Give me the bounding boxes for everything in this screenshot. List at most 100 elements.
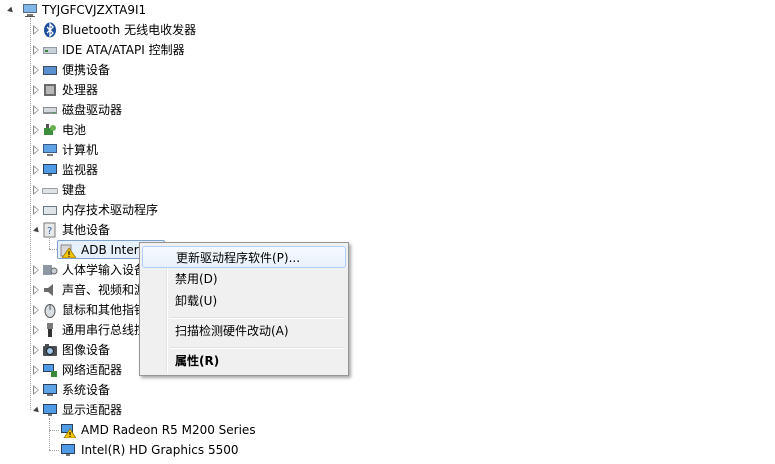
menu-item-label: 卸载(U)	[175, 294, 218, 308]
category-label: 监视器	[62, 163, 99, 177]
menu-item-uninstall[interactable]: 卸载(U)	[142, 290, 346, 312]
tree-category-computer[interactable]: 计算机	[0, 140, 220, 160]
category-label: 便携设备	[62, 63, 111, 77]
menu-item-label: 更新驱动程序软件(P)...	[176, 251, 301, 265]
menu-item-disable[interactable]: 禁用(D)	[142, 268, 346, 290]
mouse-icon	[42, 302, 58, 318]
menu-item-scan-hardware[interactable]: 扫描检测硬件改动(A)	[142, 320, 346, 342]
collapse-arrow-icon[interactable]	[33, 145, 39, 155]
tree-category-imaging[interactable]: 图像设备	[0, 340, 140, 360]
tree-category-ide[interactable]: IDE ATA/ATAPI 控制器	[0, 40, 220, 60]
expand-arrow-icon[interactable]	[7, 6, 15, 15]
memory-technology-icon	[42, 202, 58, 218]
svg-text:?: ?	[47, 226, 52, 237]
category-label: 声音、视频和游	[62, 283, 147, 297]
camera-icon	[42, 342, 58, 358]
tree-category-processor[interactable]: 处理器	[0, 80, 220, 100]
display-adapter-icon	[42, 402, 58, 418]
menu-item-properties[interactable]: 属性(R)	[142, 350, 346, 372]
collapse-arrow-icon[interactable]	[33, 265, 39, 275]
category-label: 通用串行总线控	[62, 323, 147, 337]
category-label: 显示适配器	[62, 403, 123, 417]
usb-icon	[42, 322, 58, 338]
collapse-arrow-icon[interactable]	[33, 25, 39, 35]
category-label: 系统设备	[62, 383, 111, 397]
tree-category-system[interactable]: 系统设备	[0, 380, 220, 400]
category-label: 网络适配器	[62, 363, 123, 377]
collapse-arrow-icon[interactable]	[33, 305, 39, 315]
category-label: 键盘	[62, 183, 87, 197]
tree-category-keyboard[interactable]: 键盘	[0, 180, 220, 200]
tree-category-mouse[interactable]: 鼠标和其他指针	[0, 300, 146, 320]
tree-category-display[interactable]: 显示适配器	[0, 400, 220, 420]
collapse-arrow-icon[interactable]	[33, 125, 39, 135]
warning-device-icon	[60, 242, 77, 259]
unknown-device-icon: ?	[42, 222, 58, 238]
menu-item-update-driver[interactable]: 更新驱动程序软件(P)...	[142, 246, 346, 268]
system-device-icon	[42, 382, 58, 398]
collapse-arrow-icon[interactable]	[33, 45, 39, 55]
device-label: ADB Interf	[81, 243, 143, 257]
tree-category-monitor[interactable]: 监视器	[0, 160, 220, 180]
menu-separator	[170, 317, 344, 319]
tree-category-memory[interactable]: 内存技术驱动程序	[0, 200, 220, 220]
collapse-arrow-icon[interactable]	[33, 365, 39, 375]
keyboard-icon	[42, 182, 58, 198]
monitor-icon	[42, 162, 58, 178]
collapse-arrow-icon[interactable]	[33, 345, 39, 355]
menu-item-label: 扫描检测硬件改动(A)	[175, 324, 289, 338]
tree-category-battery[interactable]: 电池	[0, 120, 220, 140]
processor-icon	[42, 82, 58, 98]
collapse-arrow-icon[interactable]	[33, 165, 39, 175]
bluetooth-icon	[42, 22, 58, 38]
battery-icon	[42, 122, 58, 138]
collapse-arrow-icon[interactable]	[33, 185, 39, 195]
tree-category-other-devices[interactable]: ? 其他设备	[0, 220, 220, 240]
sound-icon	[42, 282, 58, 298]
tree-category-usb[interactable]: 通用串行总线控	[0, 320, 146, 340]
device-manager-tree: TYJGFCVJZXTA9I1 Bluetooth 无线电收发器 IDE ATA…	[0, 0, 775, 462]
display-adapter-icon	[60, 442, 76, 458]
tree-device-adb-interface[interactable]: ADB Interf	[0, 240, 143, 260]
warning-display-adapter-icon	[60, 422, 77, 439]
tree-category-portable[interactable]: 便携设备	[0, 60, 220, 80]
category-label: 计算机	[62, 143, 99, 157]
collapse-arrow-icon[interactable]	[33, 65, 39, 75]
category-label: 内存技术驱动程序	[62, 203, 159, 217]
category-label: 电池	[62, 123, 87, 137]
collapse-arrow-icon[interactable]	[33, 85, 39, 95]
tree-category-disk[interactable]: 磁盘驱动器	[0, 100, 220, 120]
category-label: 其他设备	[62, 223, 111, 237]
ide-controller-icon	[42, 42, 58, 58]
collapse-arrow-icon[interactable]	[33, 205, 39, 215]
disk-drive-icon	[42, 102, 58, 118]
tree-category-hid[interactable]: 人体学输入设备	[0, 260, 146, 280]
device-label: Intel(R) HD Graphics 5500	[81, 443, 239, 457]
category-label: 磁盘驱动器	[62, 103, 123, 117]
menu-item-label: 禁用(D)	[175, 272, 218, 286]
category-label: Bluetooth 无线电收发器	[62, 23, 197, 37]
expand-arrow-icon[interactable]	[33, 406, 41, 415]
collapse-arrow-icon[interactable]	[33, 285, 39, 295]
tree-category-bluetooth[interactable]: Bluetooth 无线电收发器	[0, 20, 220, 40]
category-label: 处理器	[62, 83, 99, 97]
network-adapter-icon	[42, 362, 58, 378]
computer-icon	[42, 142, 58, 158]
context-menu: 更新驱动程序软件(P)... 禁用(D) 卸载(U) 扫描检测硬件改动(A) 属…	[139, 242, 349, 376]
collapse-arrow-icon[interactable]	[33, 385, 39, 395]
collapse-arrow-icon[interactable]	[33, 325, 39, 335]
hid-icon	[42, 262, 58, 278]
tree-category-sound[interactable]: 声音、视频和游	[0, 280, 146, 300]
expand-arrow-icon[interactable]	[33, 226, 41, 235]
tree-root[interactable]: TYJGFCVJZXTA9I1	[0, 0, 220, 20]
collapse-arrow-icon[interactable]	[33, 105, 39, 115]
tree-device-intel-hd[interactable]: Intel(R) HD Graphics 5500	[0, 440, 280, 460]
category-label: 鼠标和其他指针	[62, 303, 147, 317]
category-label: 图像设备	[62, 343, 111, 357]
portable-device-icon	[42, 62, 58, 78]
computer-root-icon	[22, 2, 38, 18]
tree-device-amd-radeon[interactable]: AMD Radeon R5 M200 Series	[0, 420, 280, 440]
device-label: AMD Radeon R5 M200 Series	[81, 423, 256, 437]
category-label: IDE ATA/ATAPI 控制器	[62, 43, 185, 57]
root-computer-name: TYJGFCVJZXTA9I1	[42, 3, 147, 17]
